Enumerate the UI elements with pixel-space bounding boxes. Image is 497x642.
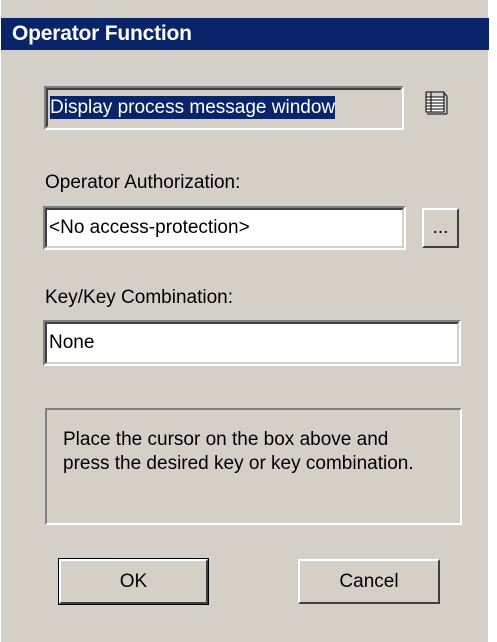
info-box: Place the cursor on the box above and pr… [45,408,462,525]
key-combination-field[interactable]: None [43,320,461,366]
cancel-button[interactable]: Cancel [298,559,440,604]
cancel-button-label: Cancel [339,570,399,592]
operator-function-dialog: Operator Function Display process messag… [0,0,489,642]
function-name-field[interactable]: Display process message window [44,86,404,130]
operator-authorization-value: <No access-protection> [49,217,250,238]
authorization-browse-button[interactable]: ... [422,208,459,248]
info-line-2: press the desired key or key combination… [63,453,414,474]
browse-button-label: ... [432,217,449,238]
dialog-title-bar: Operator Function [1,18,489,50]
info-line-1: Place the cursor on the box above and [63,429,389,450]
ok-button-label: OK [119,570,148,592]
ok-button[interactable]: OK [58,558,209,605]
dialog-title: Operator Function [12,22,192,45]
key-combination-label: Key/Key Combination: [45,287,233,308]
operator-authorization-label: Operator Authorization: [45,172,241,193]
operator-authorization-field[interactable]: <No access-protection> [43,206,406,250]
function-name-value: Display process message window [50,96,336,119]
list-view-icon[interactable] [421,88,449,116]
key-combination-value: None [49,332,95,353]
